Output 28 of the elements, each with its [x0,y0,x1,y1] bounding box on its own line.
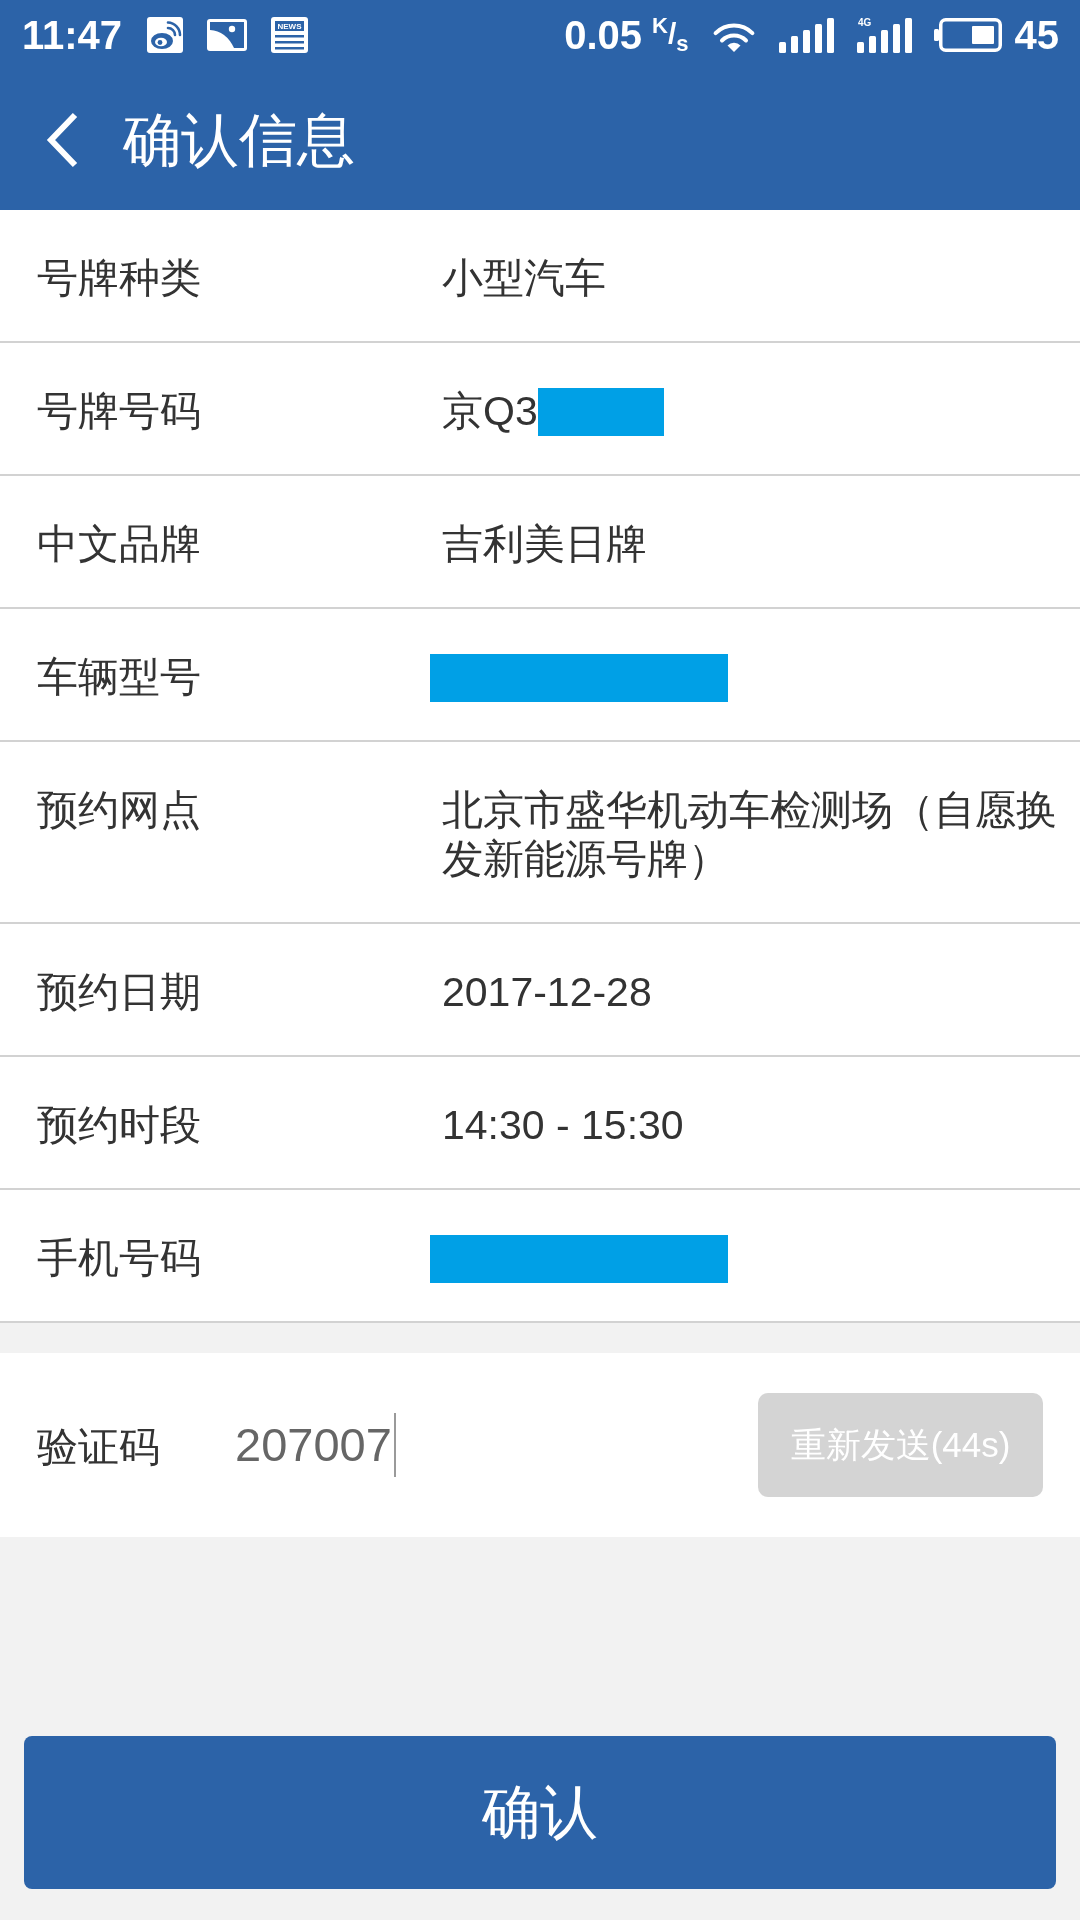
eye-logo-icon [147,17,184,53]
field-label: 车辆型号 [37,654,201,700]
field-value: 北京市盛华机动车检测场（自愿换发新能源号牌） [442,786,1058,884]
confirm-button[interactable]: 确认 [24,1736,1056,1889]
verification-code-field[interactable]: 207007 [235,1413,396,1477]
newspaper-icon: NEWS [271,17,309,53]
field-value: 吉利美日牌 [442,520,647,569]
field-label: 号牌号码 [37,388,201,434]
network-speed-unit: $^{K}$/$_{s}$ [652,15,689,55]
field-value: 14:30 - 15:30 [442,1101,684,1150]
field-label: 预约日期 [37,969,201,1015]
field-value: 京Q3 [442,387,538,436]
field-label: 预约时段 [37,1102,201,1148]
field-label: 号牌种类 [37,255,201,301]
network-speed: 0.05 [564,15,642,55]
back-icon[interactable] [45,111,79,169]
field-label: 预约网点 [37,787,201,833]
field-value: 小型汽车 [442,254,606,303]
field-value: 2017-12-28 [442,968,652,1017]
field-label: 中文品牌 [37,521,201,567]
signal-bars-icon [778,17,834,53]
battery-percent: 45 [1014,15,1059,55]
verification-code-label: 验证码 [37,1422,161,1472]
status-time: 11:47 [22,15,123,55]
battery-icon [933,18,1002,52]
page-title: 确认信息 [123,111,355,169]
image-icon [207,19,248,51]
field-label: 手机号码 [37,1235,201,1281]
